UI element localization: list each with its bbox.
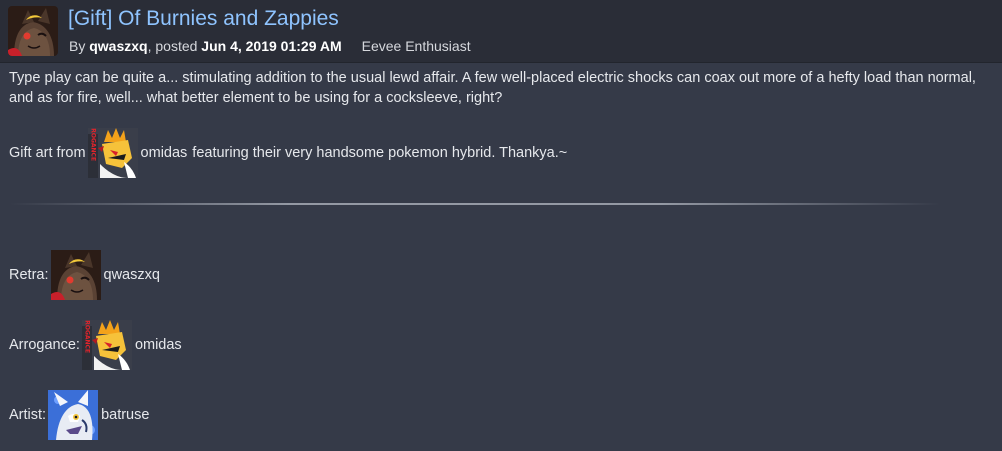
post-paragraph: Type play can be quite a... stimulating … — [9, 70, 976, 106]
credit-row: Arrogance: omidas — [9, 320, 182, 370]
avatar-omidas-icon[interactable] — [88, 128, 138, 178]
post-header: [Gift] Of Burnies and Zappies By qwaszxq… — [0, 0, 1002, 63]
credit-user-link[interactable]: omidas — [135, 337, 182, 353]
post-date: Jun 4, 2019 01:29 AM — [201, 38, 342, 54]
credit-label: Arrogance: — [9, 337, 80, 353]
byline-prefix: By — [69, 38, 90, 54]
post-byline: By qwaszxq, posted Jun 4, 2019 01:29 AM E… — [69, 38, 471, 54]
credit-label: Retra: — [9, 267, 49, 283]
credit-user-link[interactable]: batruse — [101, 407, 149, 423]
gift-line: Gift art from omidas featuring their ver… — [9, 126, 567, 180]
gift-prefix: Gift art from — [9, 145, 86, 161]
credit-user-link[interactable]: qwaszxq — [104, 267, 160, 283]
credit-row: Retra: qwaszxq — [9, 250, 160, 300]
author-title: Eevee Enthusiast — [361, 38, 471, 54]
credit-label: Artist: — [9, 407, 47, 423]
post-title[interactable]: [Gift] Of Burnies and Zappies — [68, 7, 339, 31]
gift-suffix: featuring their very handsome pokemon hy… — [192, 145, 568, 161]
avatar-qwaszxq-icon — [8, 6, 58, 56]
avatar-batruse-icon[interactable] — [48, 390, 98, 440]
author-link[interactable]: qwaszxq — [89, 38, 147, 54]
divider — [10, 203, 940, 205]
avatar-qwaszxq-icon[interactable] — [51, 250, 101, 300]
gift-user-link[interactable]: omidas — [141, 145, 188, 161]
post-body: Type play can be quite a... stimulating … — [9, 68, 994, 108]
avatar-omidas-icon[interactable] — [82, 320, 132, 370]
credit-row: Artist: batruse — [9, 390, 149, 440]
posted-label: , posted — [147, 38, 202, 54]
author-avatar[interactable] — [8, 6, 58, 56]
